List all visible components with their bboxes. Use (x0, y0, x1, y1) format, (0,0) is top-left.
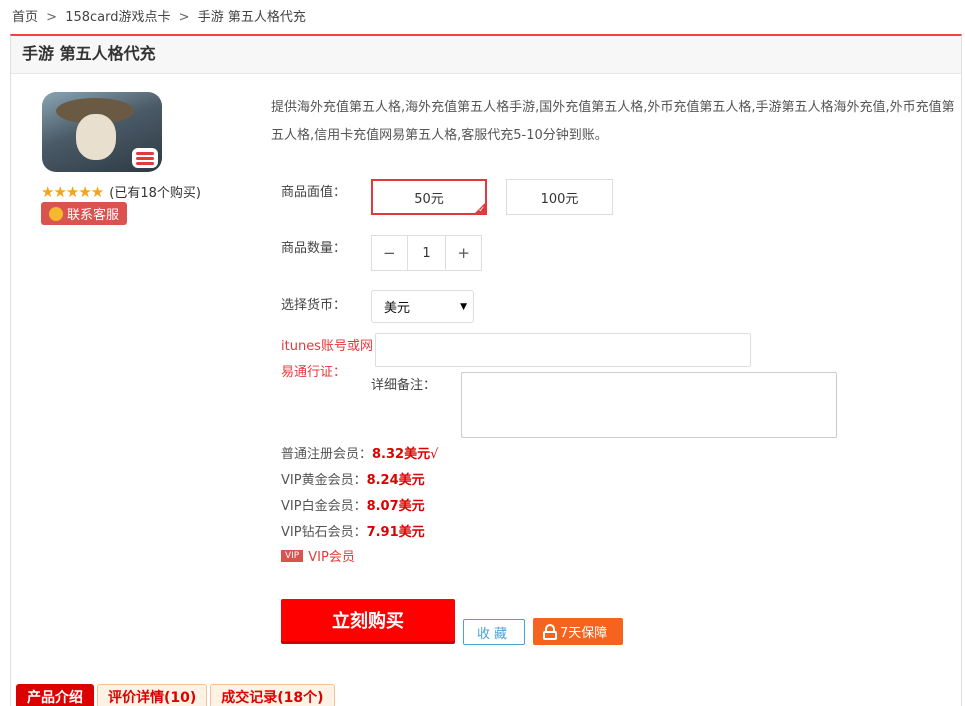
game-icon-image (42, 92, 162, 172)
product-tabs: 产品介绍 评价详情(10) 成交记录(18个) (16, 684, 338, 706)
breadcrumb-home-link[interactable]: 首页 (12, 10, 38, 25)
price-label: VIP钻石会员： (281, 525, 367, 540)
price-label: VIP白金会员： (281, 499, 367, 514)
selected-check-icon: ✓ (478, 205, 485, 214)
vip-member-link[interactable]: VIP VIP会员 (281, 546, 355, 565)
currency-select[interactable]: 美元 ▼ (371, 290, 474, 323)
dropdown-arrow-icon: ▼ (460, 301, 467, 312)
lock-icon (543, 623, 557, 640)
quantity-stepper: − 1 + (371, 235, 482, 271)
tab-product-intro[interactable]: 产品介绍 (16, 684, 94, 706)
rating-stars-icon: ★★★★★ (41, 182, 104, 201)
denomination-label: 商品面值： (281, 185, 347, 200)
price-vip-gold: VIP黄金会员：8.24美元 (281, 469, 425, 488)
account-label: itunes账号或网易通行证： (281, 339, 373, 380)
favorite-button[interactable]: 收藏 (463, 619, 525, 645)
price-value: 8.32美元 (372, 447, 431, 462)
denomination-option-label: 50元 (414, 191, 444, 207)
buy-now-button[interactable]: 立刻购买 (281, 599, 455, 644)
denomination-option-50[interactable]: 50元 ✓ (371, 179, 487, 215)
price-label: 普通注册会员： (281, 447, 373, 462)
guarantee-label: 7天保障 (560, 626, 608, 641)
product-description: 提供海外充值第五人格,海外充值第五人格手游,国外充值第五人格,外币充值第五人格,… (271, 100, 955, 143)
price-value: 7.91美元 (366, 525, 425, 540)
currency-label: 选择货币： (281, 298, 347, 313)
tab-reviews[interactable]: 评价详情(10) (97, 684, 208, 706)
price-vip-diamond: VIP钻石会员：7.91美元 (281, 521, 425, 540)
vip-badge-icon: VIP (281, 549, 304, 562)
buyer-count: (已有18个购买) (109, 186, 201, 201)
quantity-input[interactable]: 1 (408, 236, 446, 270)
account-input[interactable] (375, 333, 751, 367)
breadcrumb: 首页 > 158card游戏点卡 > 手游 第五人格代充 (12, 6, 306, 25)
notes-label: 详细备注： (371, 378, 437, 393)
guarantee-button[interactable]: 7天保障 (533, 618, 623, 645)
vip-member-label: VIP会员 (308, 550, 355, 565)
breadcrumb-current: 手游 第五人格代充 (197, 10, 306, 25)
netease-logo-icon (132, 148, 158, 168)
price-label: VIP黄金会员： (281, 473, 367, 488)
tab-transactions[interactable]: 成交记录(18个) (210, 684, 335, 706)
notes-textarea[interactable] (461, 372, 837, 438)
breadcrumb-separator: > (178, 10, 190, 25)
chat-icon (49, 206, 63, 221)
price-regular-member: 普通注册会员：8.32美元√ (281, 443, 438, 462)
current-tier-mark: √ (430, 447, 439, 462)
price-value: 8.24美元 (366, 473, 425, 488)
contact-service-button[interactable]: 联系客服 (41, 202, 127, 225)
page-title: 手游 第五人格代充 (11, 36, 961, 74)
breadcrumb-separator: > (46, 10, 58, 25)
breadcrumb-category-link[interactable]: 158card游戏点卡 (65, 10, 170, 25)
denomination-option-label: 100元 (540, 191, 579, 207)
quantity-label: 商品数量： (281, 241, 347, 256)
contact-service-label: 联系客服 (67, 208, 120, 223)
price-vip-platinum: VIP白金会员：8.07美元 (281, 495, 425, 514)
rating: ★★★★★ (已有18个购买) (41, 182, 201, 202)
currency-selected-value: 美元 (384, 301, 411, 316)
denomination-option-100[interactable]: 100元 (506, 179, 613, 215)
price-value: 8.07美元 (366, 499, 425, 514)
quantity-decrease-button[interactable]: − (372, 236, 408, 270)
quantity-increase-button[interactable]: + (445, 236, 481, 270)
